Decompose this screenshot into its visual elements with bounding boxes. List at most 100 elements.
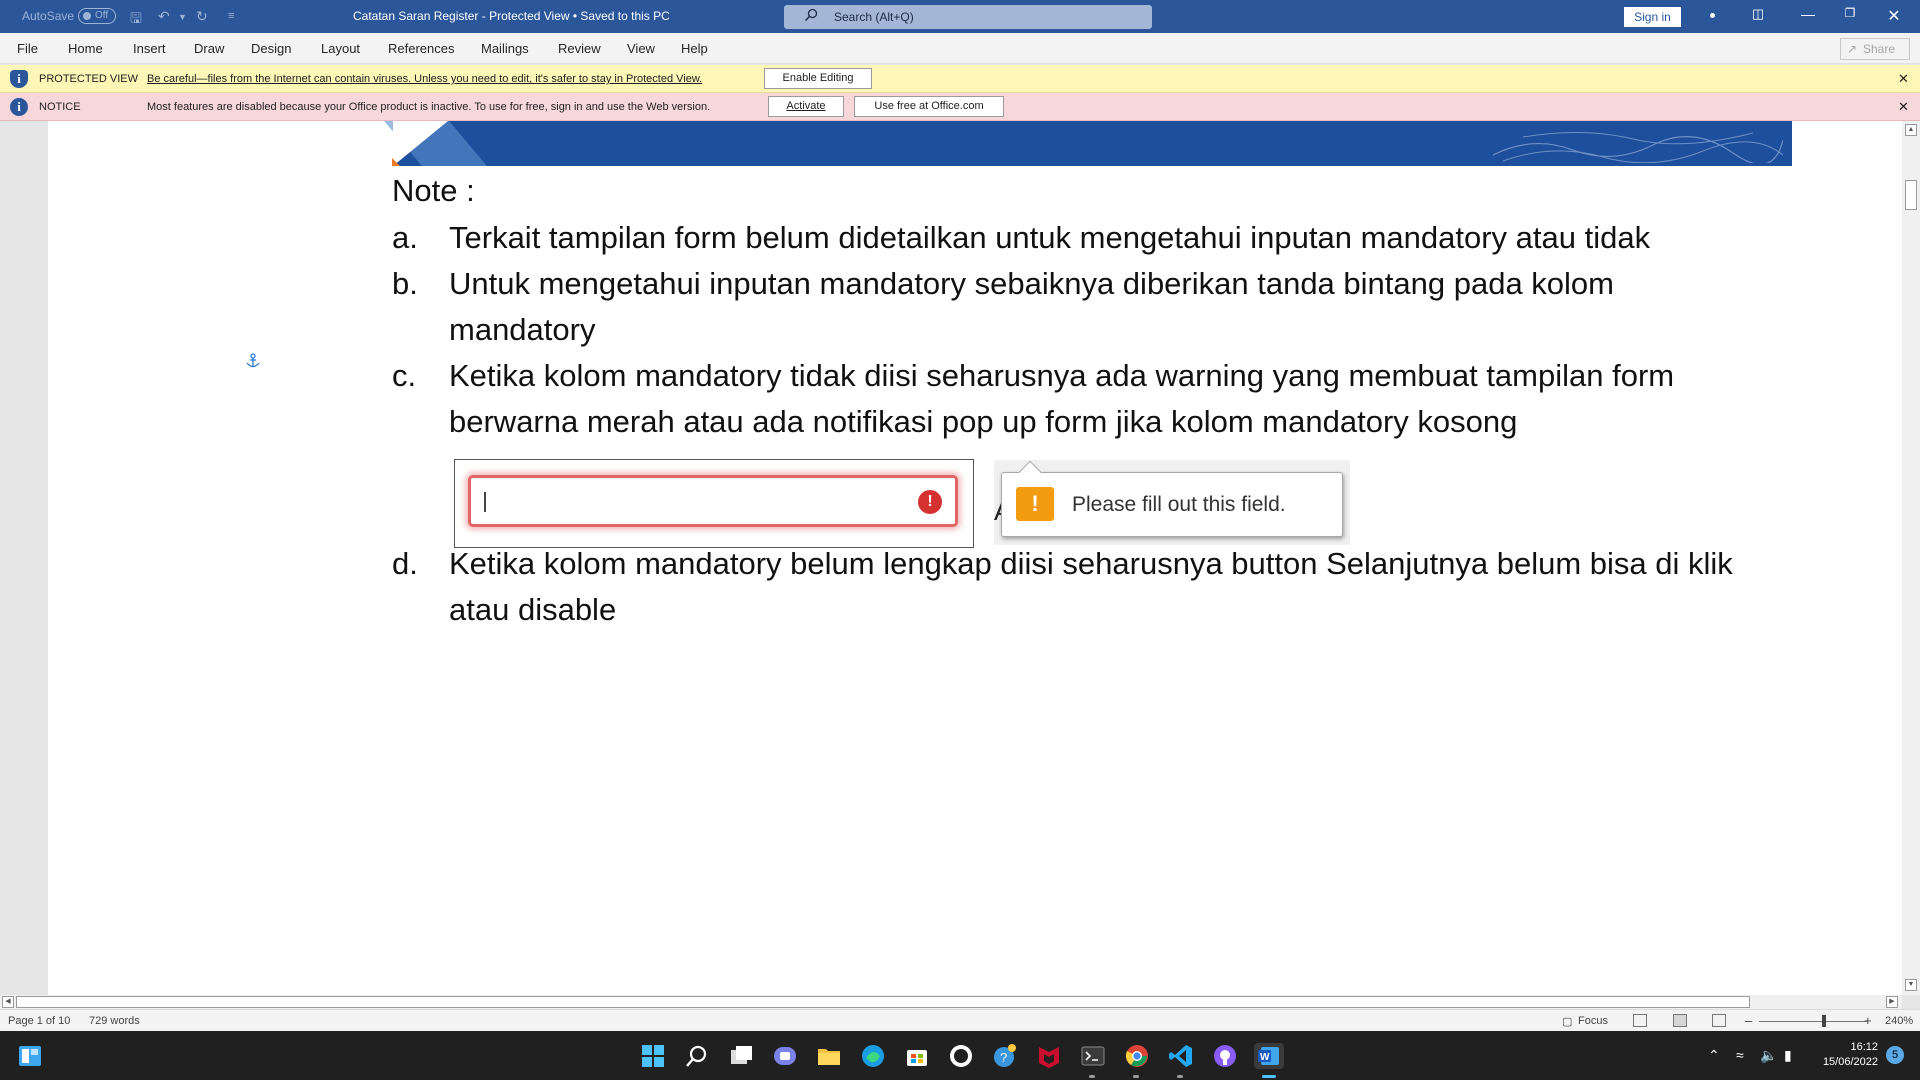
taskbar-search-icon[interactable] <box>684 1043 710 1069</box>
file-explorer-icon[interactable] <box>816 1043 842 1069</box>
edge-browser-icon[interactable] <box>860 1043 886 1069</box>
list-text: Untuk mengetahui inputan mandatory sebai… <box>449 266 1614 347</box>
save-icon[interactable]: 🖫 <box>130 8 142 32</box>
read-mode-icon[interactable] <box>1633 1014 1647 1027</box>
task-view-icon[interactable] <box>728 1043 754 1069</box>
horizontal-scrollbar[interactable]: ◀ ▶ <box>0 995 1902 1009</box>
focus-icon[interactable]: ▢ <box>1562 1015 1572 1028</box>
running-indicator <box>1133 1075 1139 1078</box>
print-layout-icon[interactable] <box>1673 1014 1687 1027</box>
taskbar-clock[interactable]: 16:12 15/06/2022 <box>1808 1040 1878 1070</box>
search-icon <box>804 8 818 22</box>
list-text: Ketika kolom mandatory tidak diisi sehar… <box>449 358 1675 439</box>
sign-in-button[interactable]: Sign in <box>1624 7 1681 27</box>
account-dot-icon[interactable] <box>1710 13 1715 18</box>
vertical-scrollbar[interactable]: ▲ ▼ <box>1902 121 1920 995</box>
autosave-toggle[interactable]: Off <box>78 8 116 24</box>
tooltip-text: Please fill out this field. <box>1072 493 1286 516</box>
zoom-in-icon[interactable]: + <box>1864 1013 1872 1028</box>
zoom-out-icon[interactable]: – <box>1745 1013 1752 1028</box>
restore-icon[interactable]: ❐ <box>1840 6 1860 26</box>
vscode-icon[interactable] <box>1168 1043 1194 1069</box>
red-field-example-image[interactable]: ! <box>454 459 974 548</box>
tab-design[interactable]: Design <box>251 41 291 56</box>
minimize-icon[interactable]: — <box>1798 6 1818 26</box>
ribbon-display-options-icon[interactable]: ◫ <box>1748 6 1768 26</box>
enable-editing-button[interactable]: Enable Editing <box>764 68 872 89</box>
teams-chat-icon[interactable] <box>772 1043 798 1069</box>
scroll-down-arrow-icon[interactable]: ▼ <box>1905 979 1917 991</box>
search-placeholder: Search (Alt+Q) <box>834 10 914 24</box>
anchor-icon[interactable] <box>245 353 261 369</box>
web-layout-icon[interactable] <box>1712 1014 1726 1027</box>
undo-dropdown-icon[interactable]: ▼ <box>178 12 187 22</box>
tab-draw[interactable]: Draw <box>194 41 224 56</box>
github-desktop-app-icon[interactable] <box>948 1043 974 1069</box>
document-workspace: Note : a. Terkait tampilan form belum di… <box>0 121 1902 995</box>
focus-mode-button[interactable]: Focus <box>1578 1015 1608 1027</box>
document-page[interactable]: Note : a. Terkait tampilan form belum di… <box>48 121 1902 995</box>
list-letter: b. <box>392 266 418 301</box>
mcafee-icon[interactable] <box>1036 1043 1062 1069</box>
customize-quick-access-icon[interactable]: ≡ <box>228 10 234 22</box>
use-web-version-button[interactable]: Use free at Office.com <box>854 96 1004 117</box>
share-icon: ↗ <box>1847 42 1858 56</box>
wifi-icon[interactable]: ≈ <box>1736 1047 1744 1063</box>
volume-muted-icon[interactable]: 🔈 <box>1760 1047 1777 1064</box>
tab-review[interactable]: Review <box>558 41 601 56</box>
word-count[interactable]: 729 words <box>89 1015 140 1027</box>
widgets-icon[interactable] <box>18 1045 42 1067</box>
page-count[interactable]: Page 1 of 10 <box>8 1015 70 1027</box>
word-app-icon[interactable]: W <box>1254 1043 1284 1069</box>
tab-view[interactable]: View <box>627 41 655 56</box>
activate-button[interactable]: Activate <box>768 96 844 117</box>
text-caret <box>484 492 486 512</box>
show-hidden-icons-chevron-icon[interactable]: ⌃ <box>1708 1047 1720 1064</box>
error-input-illustration: ! <box>468 475 958 527</box>
list-text: Ketika kolom mandatory belum lengkap dii… <box>449 546 1733 627</box>
tab-file[interactable]: File <box>17 41 38 56</box>
clock-date: 15/06/2022 <box>1822 1056 1878 1068</box>
start-menu-icon[interactable] <box>640 1043 666 1069</box>
redo-icon[interactable]: ↻ <box>196 8 208 25</box>
github-icon[interactable] <box>1212 1043 1238 1069</box>
tab-layout[interactable]: Layout <box>321 41 360 56</box>
svg-text:?: ? <box>1000 1050 1007 1065</box>
windows-taskbar: ? W ⌃ ≈ 🔈 ▮ 16:12 15/06/2022 5 <box>0 1031 1920 1080</box>
notification-badge[interactable]: 5 <box>1886 1046 1904 1064</box>
tab-home[interactable]: Home <box>68 41 103 56</box>
autosave-label: AutoSave <box>22 9 75 23</box>
scroll-left-arrow-icon[interactable]: ◀ <box>2 996 14 1008</box>
zoom-slider-thumb[interactable] <box>1822 1015 1826 1027</box>
battery-icon[interactable]: ▮ <box>1784 1047 1792 1064</box>
tab-references[interactable]: References <box>388 41 454 56</box>
close-protected-bar-icon[interactable]: ✕ <box>1898 71 1909 87</box>
tab-mailings[interactable]: Mailings <box>481 41 529 56</box>
terminal-icon[interactable] <box>1080 1043 1106 1069</box>
list-letter: a. <box>392 220 418 255</box>
protected-view-bar: i PROTECTED VIEW Be careful—files from t… <box>0 65 1920 93</box>
shield-icon: i <box>10 70 28 88</box>
list-letter: c. <box>392 358 417 393</box>
zoom-slider-track[interactable] <box>1759 1021 1867 1022</box>
close-notice-bar-icon[interactable]: ✕ <box>1898 99 1909 115</box>
scroll-right-arrow-icon[interactable]: ▶ <box>1886 996 1898 1008</box>
warning-icon: ! <box>1016 487 1054 521</box>
info-icon: i <box>10 98 28 116</box>
vertical-scroll-thumb[interactable] <box>1905 180 1917 210</box>
popup-notification-example-image[interactable]: A ! Please fill out this field. <box>994 460 1350 545</box>
tab-help[interactable]: Help <box>681 41 708 56</box>
horizontal-scroll-thumb[interactable] <box>16 996 1750 1008</box>
share-button[interactable]: ↗ Share <box>1840 38 1910 60</box>
help-app-icon[interactable]: ? <box>992 1043 1018 1069</box>
tab-insert[interactable]: Insert <box>133 41 166 56</box>
validation-tooltip: ! Please fill out this field. <box>1001 472 1343 537</box>
scroll-up-arrow-icon[interactable]: ▲ <box>1905 124 1917 136</box>
chrome-browser-icon[interactable] <box>1124 1043 1150 1069</box>
zoom-level[interactable]: 240% <box>1885 1015 1913 1027</box>
search-box[interactable]: Search (Alt+Q) <box>784 5 1152 29</box>
microsoft-store-icon[interactable] <box>904 1043 930 1069</box>
undo-icon[interactable]: ↶ <box>158 8 170 25</box>
protected-view-message-link[interactable]: Be careful—files from the Internet can c… <box>147 73 702 85</box>
close-window-icon[interactable]: ✕ <box>1884 6 1904 26</box>
